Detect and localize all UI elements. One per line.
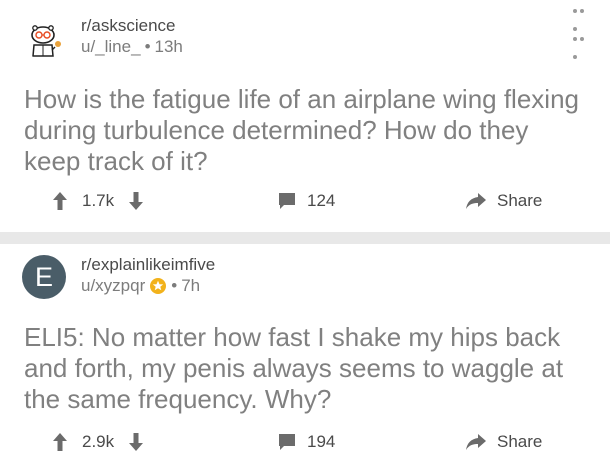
comment-count: 194 [307,432,336,451]
share-arrow-icon [466,434,486,450]
downvote-icon[interactable] [128,432,144,452]
downvote-icon[interactable] [128,191,144,211]
username[interactable]: u/_line_ [81,36,141,57]
username[interactable]: u/xyzpqr [81,275,145,296]
upvote-icon[interactable] [52,191,68,211]
post-meta: r/explainlikeimfive u/xyzpqr • 7h [81,254,215,296]
post-actions-bar: 2.9k 194 Share [0,427,610,457]
post-divider [0,232,610,244]
askscience-snoo-icon [22,16,66,60]
gold-award-icon [150,277,167,294]
subreddit-name[interactable]: r/askscience [81,15,183,36]
vote-controls: 2.9k [52,427,144,457]
subreddit-avatar[interactable] [22,16,66,60]
share-label: Share [497,432,543,451]
separator-dot: • [171,276,178,295]
subreddit-avatar[interactable]: E [22,255,66,299]
post-card-explainlikeimfive[interactable]: E r/explainlikeimfive u/xyzpqr • 7h ELI5… [0,244,610,468]
post-time: 7h [181,276,201,295]
separator-dot: • [144,37,151,56]
comment-icon [279,434,295,450]
post-card-askscience[interactable]: r/askscience u/_line_ • 13h How is the f… [0,0,610,232]
vote-controls: 1.7k [52,186,144,216]
vote-count: 2.9k [82,432,115,451]
comments-button[interactable]: 194 [277,427,335,457]
share-arrow-icon [466,193,486,209]
more-options-button[interactable] [573,0,593,31]
upvote-icon[interactable] [52,432,68,452]
comments-button[interactable]: 124 [277,186,335,216]
comment-icon [279,193,295,209]
subreddit-name[interactable]: r/explainlikeimfive [81,254,215,275]
post-title[interactable]: How is the fatigue life of an airplane w… [24,84,584,177]
comment-count: 124 [307,191,336,210]
vote-count: 1.7k [82,191,115,210]
share-button[interactable]: Share [465,427,542,457]
post-time: 13h [154,37,183,56]
post-title[interactable]: ELI5: No matter how fast I shake my hips… [24,322,584,415]
post-actions-bar: 1.7k 124 Share [0,186,610,216]
share-label: Share [497,191,543,210]
post-meta: r/askscience u/_line_ • 13h [81,15,183,57]
share-button[interactable]: Share [465,186,542,216]
